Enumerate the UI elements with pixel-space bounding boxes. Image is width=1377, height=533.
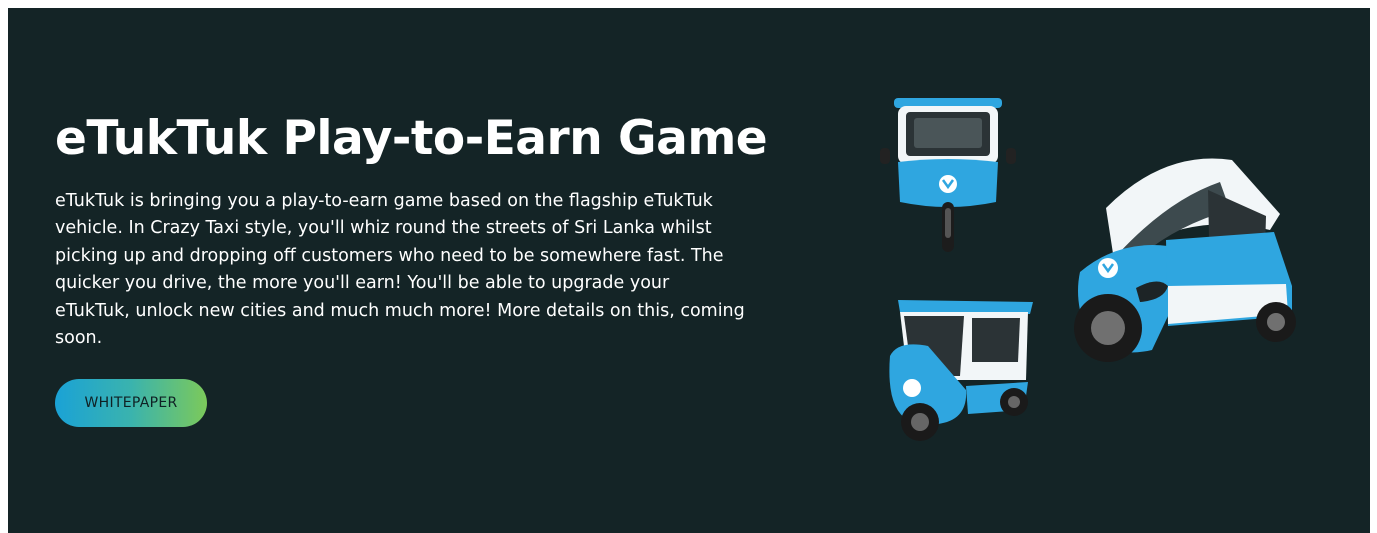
- hero-section: eTukTuk Play-to-Earn Game eTukTuk is bri…: [8, 8, 1370, 533]
- hero-description: eTukTuk is bringing you a play-to-earn g…: [55, 191, 745, 349]
- page-title: eTukTuk Play-to-Earn Game: [55, 111, 768, 166]
- etuktuk-three-quarter-view-icon: [1074, 158, 1296, 362]
- etuktuk-side-view-icon: [889, 300, 1033, 441]
- whitepaper-button[interactable]: WHITEPAPER: [55, 379, 207, 427]
- etuktuk-front-view-icon: [880, 98, 1016, 252]
- vehicle-illustrations: [880, 98, 1296, 441]
